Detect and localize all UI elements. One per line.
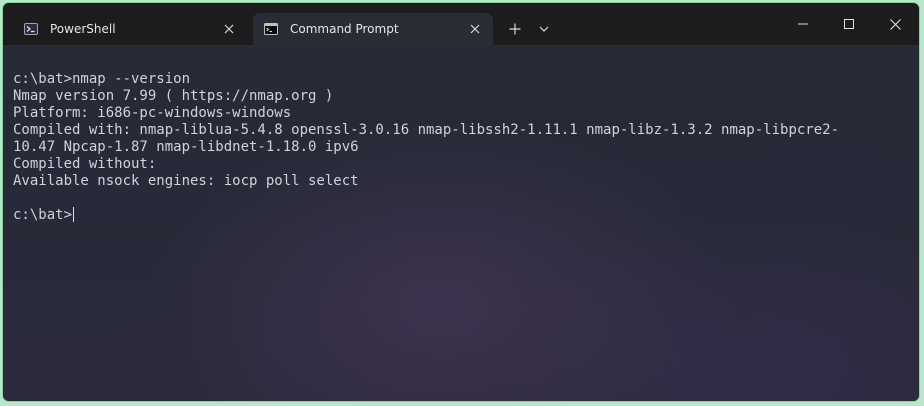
maximize-button[interactable] xyxy=(826,3,872,45)
chevron-down-icon xyxy=(539,26,549,32)
cmd-icon xyxy=(264,23,278,35)
close-icon xyxy=(224,24,234,34)
close-window-button[interactable] xyxy=(872,3,918,45)
powershell-icon xyxy=(24,23,38,35)
output-line: 10.47 Npcap-1.87 nmap-libdnet-1.18.0 ipv… xyxy=(13,139,359,155)
maximize-icon xyxy=(844,19,854,29)
terminal-output: c:\bat>nmap --version Nmap version 7.99 … xyxy=(13,71,839,224)
text-cursor xyxy=(73,207,75,222)
new-tab-button[interactable] xyxy=(501,13,529,45)
terminal-pane[interactable]: c:\bat>nmap --version Nmap version 7.99 … xyxy=(3,45,919,401)
tab-close-button[interactable] xyxy=(461,15,489,43)
tab-label: PowerShell xyxy=(50,22,116,36)
tab-command-prompt[interactable]: Command Prompt xyxy=(253,13,493,45)
tab-close-button[interactable] xyxy=(215,15,243,43)
close-icon xyxy=(470,24,480,34)
minimize-icon xyxy=(798,23,808,25)
tab-dropdown-button[interactable] xyxy=(531,13,557,45)
prompt: c:\bat> xyxy=(13,207,73,223)
title-bar[interactable]: PowerShell Command Prompt xyxy=(3,3,919,45)
output-line: Available nsock engines: iocp poll selec… xyxy=(13,173,359,189)
tab-label: Command Prompt xyxy=(290,22,399,36)
plus-icon xyxy=(509,23,521,35)
output-line: c:\bat>nmap --version xyxy=(13,71,191,87)
output-line: Compiled with: nmap-liblua-5.4.8 openssl… xyxy=(13,122,840,138)
minimize-button[interactable] xyxy=(780,3,826,45)
output-line: Platform: i686-pc-windows-windows xyxy=(13,105,292,121)
output-line: Compiled without: xyxy=(13,156,157,172)
terminal-window: PowerShell Command Prompt c:\bat>nmap --… xyxy=(2,2,920,402)
close-icon xyxy=(889,18,901,30)
output-line: Nmap version 7.99 ( https://nmap.org ) xyxy=(13,88,334,104)
tab-powershell[interactable]: PowerShell xyxy=(13,13,247,45)
